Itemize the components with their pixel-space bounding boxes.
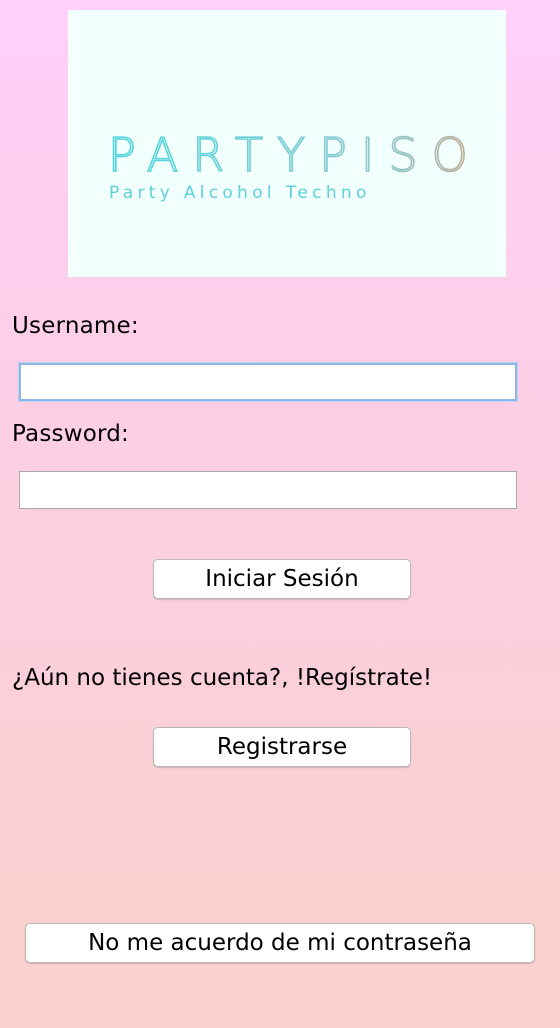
login-button[interactable]: Iniciar Sesión [153,559,411,599]
logo-brand: PARTYPISO [108,128,482,182]
logo-graphic: PARTYPISO Party Alcohol Techno [107,127,482,203]
username-label: Username: [12,313,139,339]
register-prompt: ¿Aún no tienes cuenta?, !Regístrate! [12,665,433,691]
logo: PARTYPISO Party Alcohol Techno [68,10,506,277]
forgot-password-button[interactable]: No me acuerdo de mi contraseña [25,923,535,963]
password-label: Password: [12,421,129,447]
username-input[interactable] [19,363,517,401]
register-button[interactable]: Registrarse [153,727,411,767]
password-input[interactable] [19,471,517,509]
logo-tagline: Party Alcohol Techno [109,183,371,203]
